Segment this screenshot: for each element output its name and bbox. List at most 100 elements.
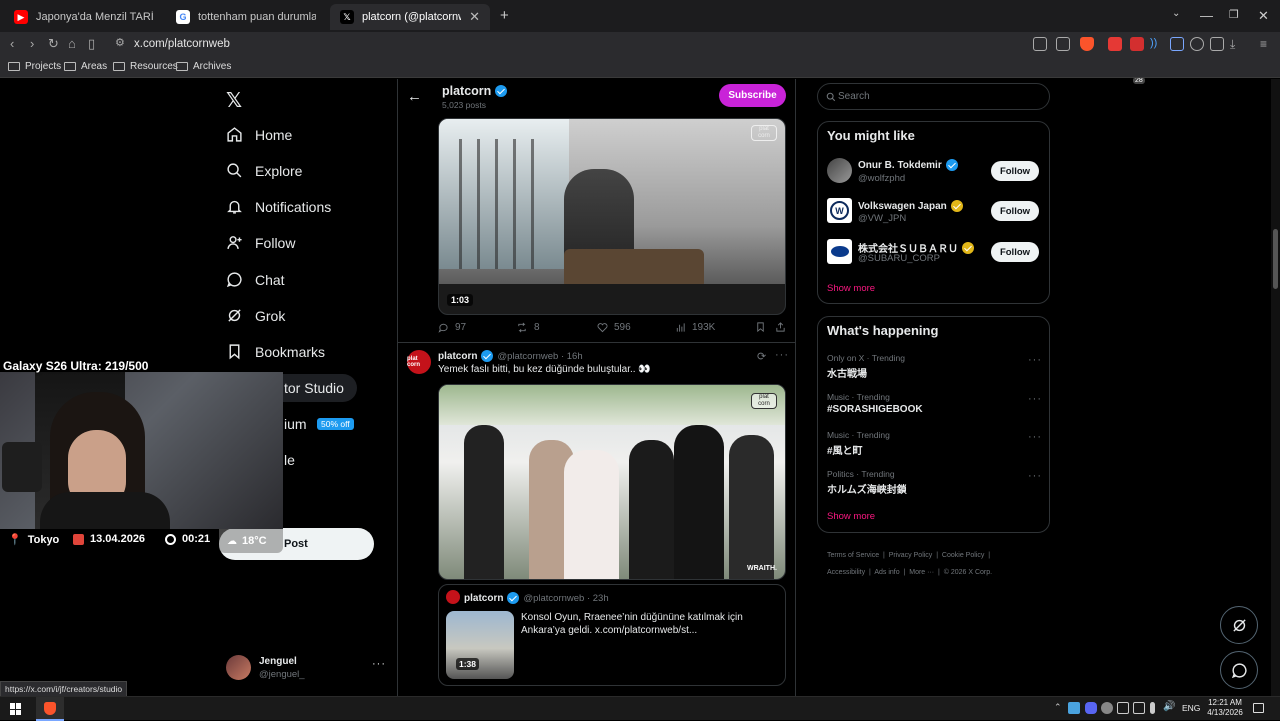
- footer-ads-info[interactable]: Ads info: [874, 569, 899, 576]
- post-image[interactable]: plat corn WRAITH.: [438, 384, 786, 580]
- browser-tab-active[interactable]: 𝕏 platcorn (@platcornweb) / X ✕: [330, 4, 490, 30]
- trend-more-icon[interactable]: ···: [1028, 393, 1042, 405]
- wallet-icon[interactable]: [1210, 37, 1224, 51]
- nav-explore[interactable]: Explore: [226, 162, 302, 179]
- nav-home[interactable]: Home: [226, 126, 292, 143]
- quoted-video-thumbnail[interactable]: 1:38: [446, 611, 514, 679]
- search-input[interactable]: Search: [817, 83, 1050, 110]
- notifications-icon[interactable]: [1253, 703, 1264, 713]
- trend-more-icon[interactable]: ···: [1028, 354, 1042, 366]
- whats-happening-card: [817, 316, 1050, 533]
- audio-icon[interactable]: )): [1150, 37, 1164, 51]
- bookmark-folder[interactable]: Areas: [64, 61, 107, 72]
- footer-privacy[interactable]: Privacy Policy: [889, 552, 933, 559]
- cast-icon[interactable]: [1033, 37, 1047, 51]
- nav-grok[interactable]: Grok: [226, 307, 285, 324]
- extension-icon[interactable]: [1108, 37, 1122, 51]
- suggestion-name[interactable]: Volkswagen Japan: [858, 200, 963, 212]
- trend-name[interactable]: #風と町: [827, 442, 863, 457]
- menu-icon[interactable]: ≡: [1260, 37, 1274, 51]
- nav-follow[interactable]: Follow: [226, 234, 295, 251]
- volume-icon[interactable]: 🔊: [1163, 701, 1175, 712]
- show-more-link[interactable]: Show more: [827, 283, 875, 294]
- quoted-author: platcorn @platcornweb · 23h: [464, 592, 609, 604]
- microphone-icon[interactable]: [1150, 702, 1155, 714]
- post-more-icon[interactable]: ···: [775, 349, 789, 361]
- close-tab-icon[interactable]: ✕: [469, 9, 480, 25]
- footer-more[interactable]: More ···: [909, 569, 934, 576]
- new-tab-icon[interactable]: +: [500, 7, 509, 24]
- browser-tab[interactable]: ▶ Japonya'da Menzil TARİKATI!? | ♥ Na: [4, 4, 164, 30]
- nav-chat[interactable]: Chat: [226, 271, 285, 288]
- download-icon[interactable]: ⤓: [1230, 37, 1244, 51]
- suggestion-name[interactable]: Onur B. Tokdemir: [858, 159, 958, 171]
- post-video[interactable]: plat corn 1:03: [438, 118, 786, 315]
- nav-bookmarks[interactable]: Bookmarks: [226, 343, 325, 360]
- site-settings-icon[interactable]: ⚙: [115, 36, 125, 49]
- like-button[interactable]: 596: [597, 322, 631, 333]
- back-arrow-icon[interactable]: ←: [407, 88, 422, 105]
- page-scrollbar[interactable]: [1271, 79, 1280, 696]
- tray-app-icon[interactable]: [1068, 702, 1080, 714]
- avatar[interactable]: plat corn: [407, 350, 431, 374]
- trend-name[interactable]: ホルムズ海峡封鎖: [827, 481, 907, 496]
- chat-floating-button[interactable]: [1220, 651, 1258, 689]
- folder-icon: [113, 62, 125, 71]
- trend-more-icon[interactable]: ···: [1028, 470, 1042, 482]
- account-menu-icon[interactable]: ···: [372, 658, 386, 670]
- discord-icon[interactable]: [1085, 702, 1097, 714]
- repost-button[interactable]: 8: [516, 322, 540, 333]
- avatar[interactable]: [827, 158, 852, 183]
- extension-icon[interactable]: [1130, 37, 1144, 51]
- follow-button[interactable]: Follow: [991, 201, 1039, 221]
- cloud-tray-icon[interactable]: [1101, 702, 1113, 714]
- tray-app-icon[interactable]: [1117, 702, 1129, 714]
- forward-icon[interactable]: ›: [30, 36, 34, 51]
- reply-button[interactable]: 97: [438, 322, 466, 333]
- follow-button[interactable]: Follow: [991, 161, 1039, 181]
- trend-name[interactable]: 水古戦場: [827, 365, 867, 380]
- address-bar[interactable]: x.com/platcornweb: [134, 38, 230, 50]
- bookmark-folder[interactable]: Projects: [8, 61, 61, 72]
- translate-icon[interactable]: [1170, 37, 1184, 51]
- avatar[interactable]: [226, 655, 251, 680]
- trend-more-icon[interactable]: ···: [1028, 431, 1042, 443]
- close-window-icon[interactable]: ✕: [1258, 8, 1269, 24]
- scrollbar-thumb[interactable]: [1273, 229, 1278, 289]
- tab-list-icon[interactable]: ⌄: [1172, 8, 1180, 19]
- footer-terms[interactable]: Terms of Service: [827, 552, 879, 559]
- views-button[interactable]: 193K: [675, 322, 715, 333]
- brave-taskbar-button[interactable]: [36, 697, 64, 721]
- share-post-icon[interactable]: [775, 321, 786, 333]
- restore-icon[interactable]: ❐: [1229, 8, 1239, 21]
- brave-shield-icon[interactable]: [1080, 37, 1094, 51]
- footer-cookie[interactable]: Cookie Policy: [942, 552, 984, 559]
- browser-tab[interactable]: G tottenham puan durumları - Google: [166, 4, 326, 30]
- back-icon[interactable]: ‹: [10, 36, 14, 51]
- subaru-logo[interactable]: [827, 239, 852, 264]
- volkswagen-logo[interactable]: W: [827, 198, 852, 223]
- bookmark-post-icon[interactable]: [755, 321, 766, 333]
- bookmark-folder[interactable]: Resources: [113, 61, 178, 72]
- show-more-link[interactable]: Show more: [827, 511, 875, 522]
- network-icon[interactable]: [1133, 702, 1145, 714]
- subscribe-button[interactable]: Subscribe: [719, 84, 786, 107]
- reload-icon[interactable]: ↻: [48, 36, 59, 52]
- share-icon[interactable]: [1056, 37, 1070, 51]
- minimize-icon[interactable]: —: [1200, 8, 1213, 23]
- home-icon[interactable]: ⌂: [68, 36, 76, 51]
- tray-overflow-icon[interactable]: ⌃: [1054, 702, 1062, 713]
- sidebar-icon[interactable]: ▯: [88, 36, 95, 52]
- windows-start-icon[interactable]: [10, 703, 22, 715]
- nav-notifications[interactable]: Notifications: [226, 198, 331, 215]
- system-clock[interactable]: 12:21 AM 4/13/2026: [1205, 698, 1245, 718]
- trend-name[interactable]: #SORASHIGEBOOK: [827, 404, 923, 415]
- grok-explain-icon[interactable]: ⟳: [757, 350, 766, 363]
- x-logo-icon[interactable]: 𝕏: [226, 88, 242, 113]
- footer-accessibility[interactable]: Accessibility: [827, 569, 865, 576]
- grok-floating-button[interactable]: [1220, 606, 1258, 644]
- language-indicator[interactable]: ENG: [1182, 703, 1200, 713]
- bookmark-folder[interactable]: Archives: [176, 61, 231, 72]
- follow-button[interactable]: Follow: [991, 242, 1039, 262]
- extensions-icon[interactable]: [1190, 37, 1204, 51]
